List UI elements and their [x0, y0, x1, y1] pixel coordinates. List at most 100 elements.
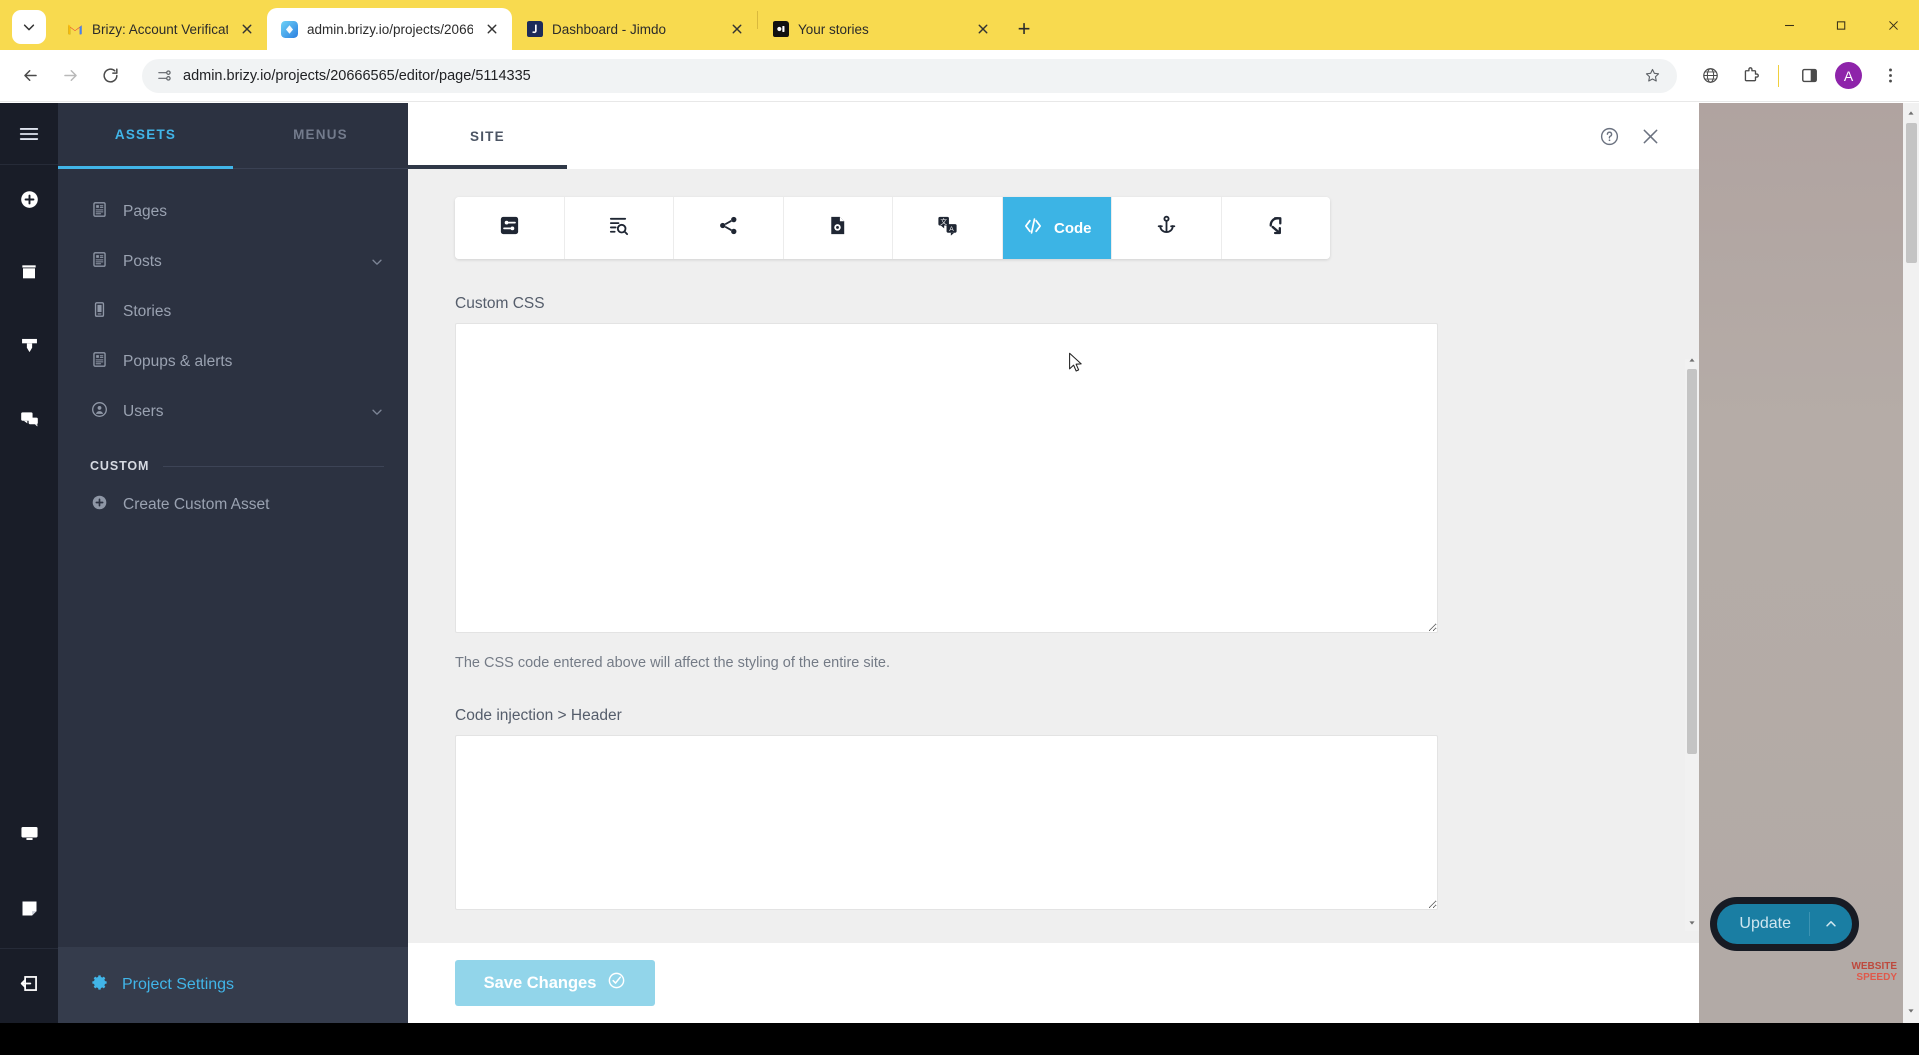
rail-item-exit[interactable]: [0, 948, 58, 1023]
exit-icon: [19, 973, 40, 999]
tab-site[interactable]: SITE: [408, 103, 567, 169]
code-injection-header-textarea[interactable]: [455, 735, 1438, 910]
tab-close-icon[interactable]: [727, 19, 747, 39]
sidebar-tabs: ASSETS MENUS: [58, 103, 408, 169]
icon-rail: [0, 103, 58, 1023]
post-list-icon: [90, 250, 109, 274]
save-changes-label: Save Changes: [483, 973, 597, 992]
browser-tab-0[interactable]: Brizy: Account Verification - ann: [52, 8, 267, 50]
browser-toolbar: admin.brizy.io/projects/20666565/editor/…: [0, 50, 1919, 102]
rail-item-add[interactable]: [0, 165, 58, 238]
chevron-down-icon[interactable]: [370, 405, 384, 419]
chevron-down-icon[interactable]: [370, 255, 384, 269]
sidebar-item-label: Stories: [123, 303, 172, 320]
browser-tab-2[interactable]: Dashboard - Jimdo: [512, 8, 757, 50]
forward-icon[interactable]: [52, 58, 88, 94]
add-icon: [19, 189, 40, 215]
more-menu-icon[interactable]: [1873, 59, 1907, 93]
bottom-black-bar: [0, 1023, 1919, 1055]
profile-avatar[interactable]: A: [1835, 62, 1862, 89]
segment-redirects[interactable]: [1221, 197, 1330, 259]
brush-icon: [19, 335, 40, 361]
rail-item-comments[interactable]: [0, 384, 58, 457]
segment-general[interactable]: [455, 197, 565, 259]
rail-item-brush[interactable]: [0, 311, 58, 384]
anchor-icon: [1155, 214, 1178, 242]
monitor-icon: [19, 823, 40, 849]
user-icon: [90, 400, 109, 424]
code-icon: [1022, 215, 1044, 242]
tab-close-icon[interactable]: [237, 19, 257, 39]
site-info-icon[interactable]: [156, 67, 173, 84]
tab-search-dropdown[interactable]: [12, 10, 46, 44]
segment-seo[interactable]: [564, 197, 674, 259]
browser-tab-1[interactable]: admin.brizy.io/projects/206665: [267, 8, 512, 50]
gear-icon: [90, 973, 109, 997]
help-circle-icon[interactable]: [1599, 126, 1620, 147]
segment-code[interactable]: Code: [1002, 197, 1112, 259]
save-changes-button[interactable]: Save Changes: [455, 960, 655, 1006]
sidebar-item-users[interactable]: Users: [58, 387, 408, 437]
segment-page-settings[interactable]: [783, 197, 893, 259]
window-maximize-button[interactable]: [1815, 3, 1867, 47]
caret-up-icon[interactable]: [1810, 917, 1852, 931]
story-icon: [90, 300, 109, 324]
extensions-icon[interactable]: [1733, 59, 1767, 93]
reload-icon[interactable]: [92, 58, 128, 94]
sidebar-item-label: Pages: [123, 203, 167, 220]
rail-item-archive[interactable]: [0, 238, 58, 311]
sidebar-item-pages[interactable]: Pages: [58, 187, 408, 237]
scrollbar-thumb[interactable]: [1906, 123, 1917, 263]
scrollbar-thumb[interactable]: [1686, 369, 1697, 754]
svg-text:A: A: [949, 226, 954, 233]
scroll-up-icon[interactable]: [1685, 352, 1699, 368]
preview-scrollbar[interactable]: [1903, 103, 1919, 1023]
tab-menus[interactable]: MENUS: [233, 103, 408, 165]
page-icon: [19, 898, 40, 924]
create-custom-asset-label: Create Custom Asset: [123, 496, 270, 513]
side-panel-icon[interactable]: [1792, 59, 1826, 93]
translate-icon: 文A: [936, 214, 959, 242]
bookmark-star-icon[interactable]: [1639, 63, 1665, 89]
sidebar-item-stories[interactable]: Stories: [58, 287, 408, 337]
watermark-line-2: SPEEDY: [1856, 971, 1897, 983]
custom-css-textarea[interactable]: [455, 323, 1438, 633]
tab-assets[interactable]: ASSETS: [58, 103, 233, 169]
sidebar-item-posts[interactable]: Posts: [58, 237, 408, 287]
watermark: WEBSITE SPEEDY: [1851, 961, 1897, 983]
project-settings-button[interactable]: Project Settings: [58, 947, 408, 1023]
sidebar-section-divider: [163, 465, 384, 467]
scroll-down-icon[interactable]: [1685, 915, 1699, 931]
window-close-button[interactable]: [1867, 3, 1919, 47]
segment-anchors[interactable]: [1112, 197, 1222, 259]
rail-bottom-group: [0, 798, 58, 1023]
scroll-up-icon[interactable]: [1903, 105, 1919, 121]
back-icon[interactable]: [12, 58, 48, 94]
segment-translations[interactable]: 文A: [893, 197, 1003, 259]
browser-tab-title: Brizy: Account Verification - ann: [92, 21, 228, 37]
menu-icon[interactable]: [0, 103, 58, 165]
globe-icon[interactable]: [1693, 59, 1727, 93]
address-bar-url: admin.brizy.io/projects/20666565/editor/…: [183, 67, 531, 84]
create-custom-asset-button[interactable]: Create Custom Asset: [58, 481, 408, 529]
rail-item-monitor[interactable]: [0, 798, 58, 873]
window-minimize-button[interactable]: [1763, 3, 1815, 47]
new-tab-button[interactable]: +: [1009, 14, 1039, 44]
segment-social-share[interactable]: [674, 197, 784, 259]
custom-css-label: Custom CSS: [455, 295, 545, 312]
address-bar[interactable]: admin.brizy.io/projects/20666565/editor/…: [142, 58, 1677, 93]
close-icon[interactable]: [1640, 126, 1661, 147]
sidebar-item-popups-alerts[interactable]: Popups & alerts: [58, 337, 408, 387]
check-circle-icon: [607, 971, 626, 995]
tab-close-icon[interactable]: [482, 19, 502, 39]
comments-icon: [19, 408, 40, 434]
watermark-line-1: WEBSITE: [1851, 961, 1897, 972]
browser-tab-3[interactable]: Your stories: [758, 8, 1003, 50]
scroll-down-icon[interactable]: [1903, 1003, 1919, 1019]
modal-body-scrollbar[interactable]: [1684, 358, 1699, 931]
rail-item-page[interactable]: [0, 873, 58, 948]
redirect-icon: [1264, 214, 1287, 242]
update-button[interactable]: Update: [1717, 904, 1852, 944]
svg-text:文: 文: [940, 217, 947, 226]
tab-close-icon[interactable]: [973, 19, 993, 39]
